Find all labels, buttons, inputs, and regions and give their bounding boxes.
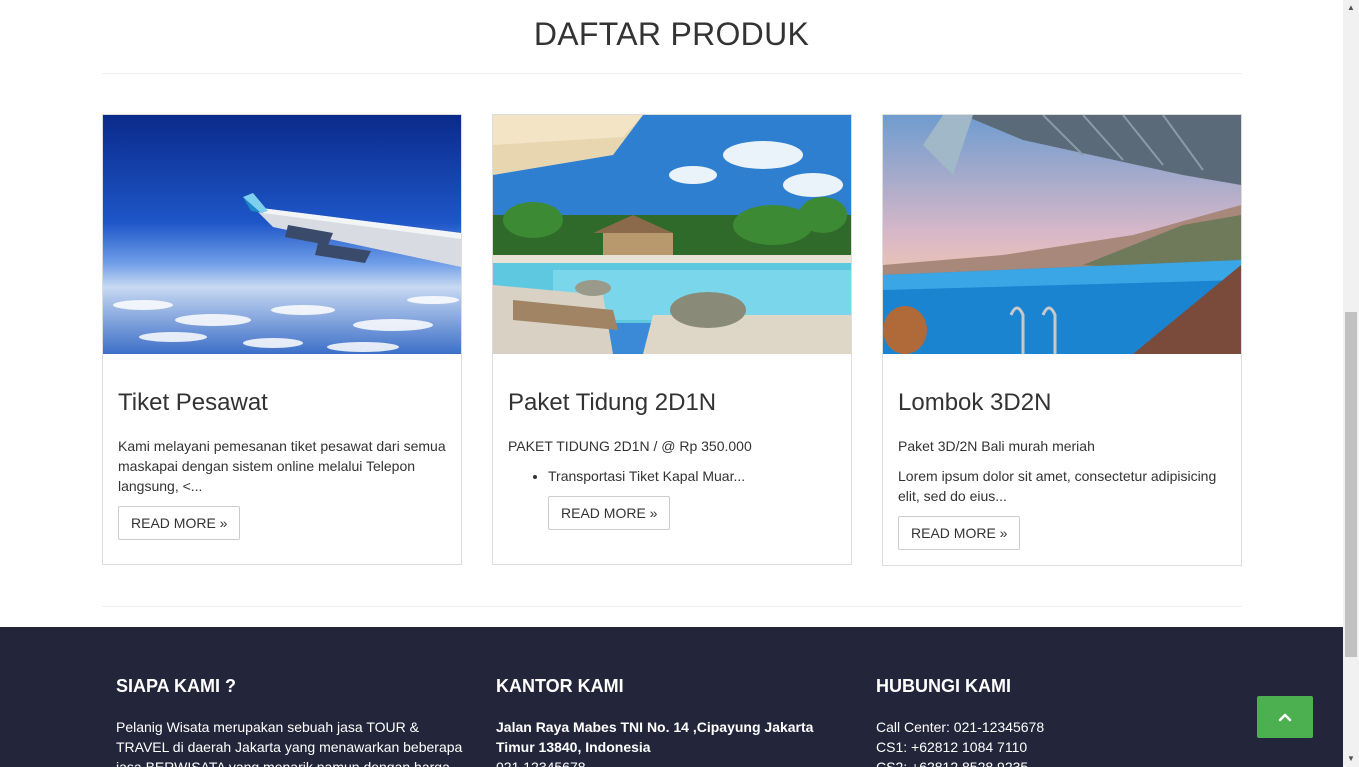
footer-heading: HUBUNGI KAMI (876, 676, 1011, 696)
title-divider (102, 73, 1242, 74)
footer-about: SIAPA KAMI ? Pelanig Wisata merupakan se… (116, 675, 466, 767)
product-title: Paket Tidung 2D1N (508, 389, 717, 416)
read-more-button[interactable]: READ MORE » (898, 516, 1021, 550)
airplane-wing-photo (103, 115, 461, 354)
scrollbar-thumb[interactable] (1345, 312, 1357, 657)
product-card-lombok: Lombok 3D2N Paket 3D/2N Bali murah meria… (882, 114, 1242, 566)
cs2-phone: CS2: +62812 8528 9235 (876, 759, 1029, 767)
call-center: Call Center: 021-12345678 (876, 719, 1045, 735)
vertical-scrollbar[interactable]: ▲ ▼ (1343, 0, 1359, 767)
scroll-down-icon[interactable]: ▼ (1343, 751, 1359, 767)
resort-pool-photo (493, 115, 851, 354)
office-address: Jalan Raya Mabes TNI No. 14 ,Cipayung Ja… (496, 719, 814, 755)
airplane-wing-image[interactable] (103, 115, 461, 354)
office-phone: 021 12345678 (496, 759, 586, 767)
product-features-list: Transportasi Tiket Kapal Muar... (508, 466, 836, 486)
back-to-top-button[interactable] (1257, 696, 1313, 738)
footer-office: KANTOR KAMI Jalan Raya Mabes TNI No. 14 … (496, 675, 846, 767)
footer-about-text: Pelanig Wisata merupakan sebuah jasa TOU… (116, 719, 463, 767)
page: DAFTAR PRODUK Tiket Pesawat Kami melayan… (0, 0, 1343, 767)
products-divider (102, 606, 1242, 607)
product-description-more: Lorem ipsum dolor sit amet, consectetur … (898, 468, 1217, 504)
product-title: Lombok 3D2N (898, 389, 1052, 416)
footer-heading: KANTOR KAMI (496, 676, 624, 696)
product-title: Tiket Pesawat (118, 389, 268, 416)
cs1-phone: CS1: +62812 1084 7110 (876, 739, 1028, 755)
read-more-button[interactable]: READ MORE » (548, 496, 671, 530)
infinity-pool-sunset-photo (883, 115, 1241, 354)
product-description: Paket 3D/2N Bali murah meriah (898, 438, 1095, 454)
product-description: Kami melayani pemesanan tiket pesawat da… (118, 438, 446, 494)
footer-contact: HUBUNGI KAMI Call Center: 021-12345678 C… (876, 675, 1226, 767)
chevron-up-icon (1278, 713, 1292, 722)
product-card-paket-tidung: Paket Tidung 2D1N PAKET TIDUNG 2D1N / @ … (492, 114, 852, 565)
product-card-tiket-pesawat: Tiket Pesawat Kami melayani pemesanan ti… (102, 114, 462, 565)
product-description: PAKET TIDUNG 2D1N / @ Rp 350.000 (508, 438, 752, 454)
list-item: Transportasi Tiket Kapal Muar... (548, 466, 836, 486)
resort-pool-image[interactable] (493, 115, 851, 354)
scroll-up-icon[interactable]: ▲ (1343, 0, 1359, 16)
footer-heading: SIAPA KAMI ? (116, 676, 236, 696)
section-title: DAFTAR PRODUK (533, 16, 810, 52)
footer: SIAPA KAMI ? Pelanig Wisata merupakan se… (0, 627, 1343, 767)
read-more-button[interactable]: READ MORE » (118, 506, 241, 540)
infinity-pool-image[interactable] (883, 115, 1241, 354)
